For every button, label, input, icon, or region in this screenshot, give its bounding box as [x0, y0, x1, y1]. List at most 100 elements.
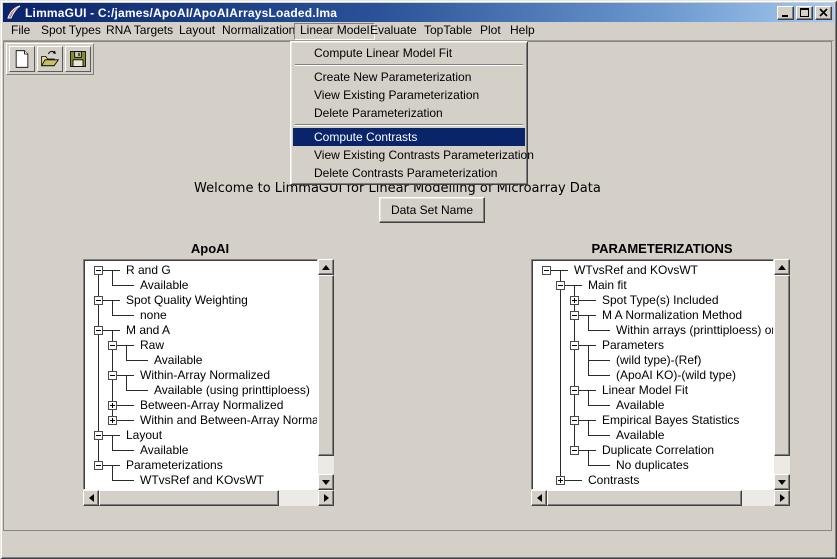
- tree-item-main-fit[interactable]: Main fit: [582, 278, 627, 293]
- scroll-up-icon[interactable]: [774, 259, 790, 275]
- tree-item-m-a-normalization-method[interactable]: M A Normalization Method: [596, 308, 742, 323]
- scrollbar-thumb[interactable]: [318, 275, 334, 456]
- maximize-button[interactable]: [796, 6, 813, 20]
- tree-item-wtvsref-and-kovswt[interactable]: WTvsRef and KOvsWT: [134, 473, 264, 488]
- tree-item-available[interactable]: Available: [610, 398, 664, 413]
- left-tree-vertical-scrollbar[interactable]: [318, 259, 334, 490]
- menu-normalization[interactable]: Normalization: [217, 23, 300, 38]
- data-set-name-button[interactable]: Data Set Name: [379, 197, 485, 223]
- expand-plus-icon[interactable]: [556, 476, 565, 485]
- collapse-minus-icon[interactable]: [570, 341, 579, 350]
- menu-item-compute-contrasts[interactable]: Compute Contrasts: [293, 128, 525, 146]
- tree-item-available-using-printtiploess[interactable]: Available (using printtiploess): [148, 383, 310, 398]
- right-tree-horizontal-scrollbar[interactable]: [531, 490, 790, 506]
- tree-item-duplicate-correlation[interactable]: Duplicate Correlation: [596, 443, 714, 458]
- menu-item-view-existing-parameterization[interactable]: View Existing Parameterization: [293, 86, 525, 104]
- status-strip: [3, 531, 834, 556]
- menu-item-delete-contrasts-parameterization[interactable]: Delete Contrasts Parameterization: [293, 164, 525, 182]
- tree-item-layout[interactable]: Layout: [120, 428, 162, 443]
- collapse-minus-icon[interactable]: [570, 311, 579, 320]
- menu-spot-types[interactable]: Spot Types: [36, 23, 106, 38]
- tree-guide: [554, 293, 568, 308]
- menu-item-create-new-parameterization[interactable]: Create New Parameterization: [293, 68, 525, 86]
- tree-item-apoai-ko-wild-type[interactable]: (ApoAI KO)-(wild type): [610, 368, 736, 383]
- tree-row: Main fit: [540, 278, 773, 293]
- tree-item-available[interactable]: Available: [148, 353, 202, 368]
- collapse-minus-icon[interactable]: [570, 446, 579, 455]
- collapse-minus-icon[interactable]: [94, 431, 103, 440]
- collapse-minus-icon[interactable]: [570, 416, 579, 425]
- scroll-left-icon[interactable]: [83, 490, 99, 506]
- close-button[interactable]: [815, 6, 832, 20]
- menu-help[interactable]: Help: [505, 23, 540, 38]
- menu-item-compute-linear-model-fit[interactable]: Compute Linear Model Fit: [293, 44, 525, 62]
- save-floppy-icon: [68, 49, 88, 69]
- tree-connector: [554, 263, 568, 278]
- menu-rna-targets[interactable]: RNA Targets: [101, 23, 178, 38]
- collapse-minus-icon[interactable]: [556, 281, 565, 290]
- scrollbar-thumb[interactable]: [99, 490, 279, 506]
- collapse-minus-icon[interactable]: [94, 461, 103, 470]
- tree-item-contrasts[interactable]: Contrasts: [582, 473, 639, 488]
- tree-item-within-and-between-array-normalized[interactable]: Within and Between-Array Normalized: [134, 413, 318, 428]
- collapse-minus-icon[interactable]: [94, 326, 103, 335]
- collapse-minus-icon[interactable]: [108, 341, 117, 350]
- right-tree-vertical-scrollbar[interactable]: [774, 259, 790, 490]
- collapse-minus-icon[interactable]: [94, 266, 103, 275]
- scroll-right-icon[interactable]: [774, 490, 790, 506]
- menu-item-delete-parameterization[interactable]: Delete Parameterization: [293, 104, 525, 122]
- tree-item-within-arrays-printtiploess-only[interactable]: Within arrays (printtiploess) only: [610, 323, 774, 338]
- expand-plus-icon[interactable]: [108, 416, 117, 425]
- collapse-minus-icon[interactable]: [108, 371, 117, 380]
- tree-item-linear-model-fit[interactable]: Linear Model Fit: [596, 383, 688, 398]
- new-file-button[interactable]: [9, 46, 35, 72]
- tree-item-between-array-normalized[interactable]: Between-Array Normalized: [134, 398, 283, 413]
- tree-item-spot-type-s-included[interactable]: Spot Type(s) Included: [596, 293, 719, 308]
- title-bar[interactable]: LimmaGUI - C:/james/ApoAI/ApoAIArraysLoa…: [3, 3, 834, 22]
- tree-item-no-duplicates[interactable]: No duplicates: [610, 458, 689, 473]
- scroll-down-icon[interactable]: [774, 474, 790, 490]
- tree-leaf-junction: [582, 323, 596, 338]
- tree-item-raw[interactable]: Raw: [134, 338, 164, 353]
- tree-item-available[interactable]: Available: [610, 428, 664, 443]
- collapse-minus-icon[interactable]: [94, 296, 103, 305]
- collapse-minus-icon[interactable]: [542, 266, 551, 275]
- tree-item-wtvsref-and-kovswt[interactable]: WTvsRef and KOvsWT: [568, 263, 698, 278]
- scroll-up-icon[interactable]: [318, 259, 334, 275]
- expand-plus-icon[interactable]: [108, 401, 117, 410]
- open-file-button[interactable]: [37, 46, 63, 72]
- tree-item-empirical-bayes-statistics[interactable]: Empirical Bayes Statistics: [596, 413, 739, 428]
- tree-item-within-array-normalized[interactable]: Within-Array Normalized: [134, 368, 270, 383]
- left-tree-horizontal-scrollbar[interactable]: [83, 490, 334, 506]
- tree-connector: [596, 353, 610, 368]
- menu-item-view-existing-contrasts-parameterization[interactable]: View Existing Contrasts Parameterization: [293, 146, 525, 164]
- scrollbar-thumb[interactable]: [774, 275, 790, 456]
- tree-item-available[interactable]: Available: [134, 278, 188, 293]
- tree-node-junction: [568, 413, 582, 428]
- tree-item-available[interactable]: Available: [134, 443, 188, 458]
- menu-linear-model[interactable]: Linear Model: [294, 23, 375, 40]
- menu-plot[interactable]: Plot: [475, 23, 506, 38]
- menu-evaluate[interactable]: Evaluate: [365, 23, 422, 38]
- tree-item-parameters[interactable]: Parameters: [596, 338, 664, 353]
- menu-layout[interactable]: Layout: [174, 23, 220, 38]
- tree-item-wild-type-ref[interactable]: (wild type)-(Ref): [610, 353, 701, 368]
- tree-item-spot-quality-weighting[interactable]: Spot Quality Weighting: [120, 293, 248, 308]
- tree-guide: [554, 398, 568, 413]
- scroll-left-icon[interactable]: [531, 490, 547, 506]
- scroll-down-icon[interactable]: [318, 474, 334, 490]
- tree-item-r-and-g[interactable]: R and G: [120, 263, 171, 278]
- tree-connector: [120, 443, 134, 458]
- save-file-button[interactable]: [65, 46, 91, 72]
- tree-item-none[interactable]: none: [134, 308, 167, 323]
- tree-item-parameterizations[interactable]: Parameterizations: [120, 458, 223, 473]
- scrollbar-thumb[interactable]: [547, 490, 742, 506]
- tree-row: M A Normalization Method: [540, 308, 773, 323]
- scroll-right-icon[interactable]: [318, 490, 334, 506]
- expand-plus-icon[interactable]: [570, 296, 579, 305]
- tree-item-m-and-a[interactable]: M and A: [120, 323, 170, 338]
- menu-toptable[interactable]: TopTable: [419, 23, 477, 38]
- collapse-minus-icon[interactable]: [570, 386, 579, 395]
- menu-file[interactable]: File: [6, 23, 35, 38]
- minimize-button[interactable]: [777, 6, 794, 20]
